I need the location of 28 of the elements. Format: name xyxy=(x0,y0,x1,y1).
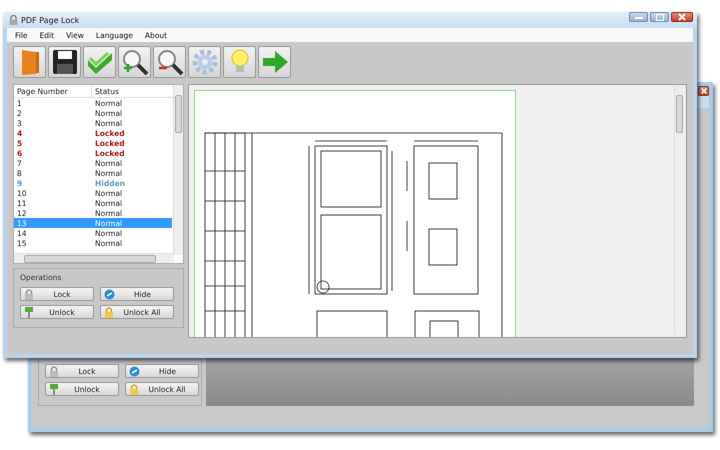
close-button[interactable] xyxy=(698,86,709,96)
toolbar-button[interactable] xyxy=(118,46,151,78)
close-button[interactable] xyxy=(671,12,693,22)
padlock-icon xyxy=(24,288,34,300)
minimize-button[interactable] xyxy=(629,12,648,22)
toolbar-button[interactable] xyxy=(153,46,186,78)
maximize-button[interactable] xyxy=(650,12,669,22)
toolbar-button[interactable] xyxy=(48,46,81,78)
pin-icon xyxy=(49,384,59,394)
right-arrow-icon xyxy=(260,50,288,74)
minimize-icon xyxy=(634,15,642,19)
padlock-icon xyxy=(104,306,114,318)
vertical-scrollbar[interactable] xyxy=(173,85,183,255)
padlock-icon xyxy=(129,384,139,394)
padlock-icon xyxy=(49,366,59,376)
vertical-scrollbar[interactable] xyxy=(674,85,684,335)
pin-icon xyxy=(24,306,34,318)
zoom-in-icon xyxy=(120,48,148,76)
save-icon xyxy=(52,49,78,75)
gear-icon xyxy=(192,49,218,75)
window-title: PDF Page Lock xyxy=(21,16,80,24)
zoom-out-icon xyxy=(156,48,184,76)
padlock-icon xyxy=(9,15,18,25)
close-icon xyxy=(677,13,687,21)
close-icon xyxy=(700,87,708,95)
checkmark-icon xyxy=(86,50,114,74)
horizontal-scrollbar[interactable] xyxy=(14,253,174,263)
maximize-icon xyxy=(656,14,664,20)
